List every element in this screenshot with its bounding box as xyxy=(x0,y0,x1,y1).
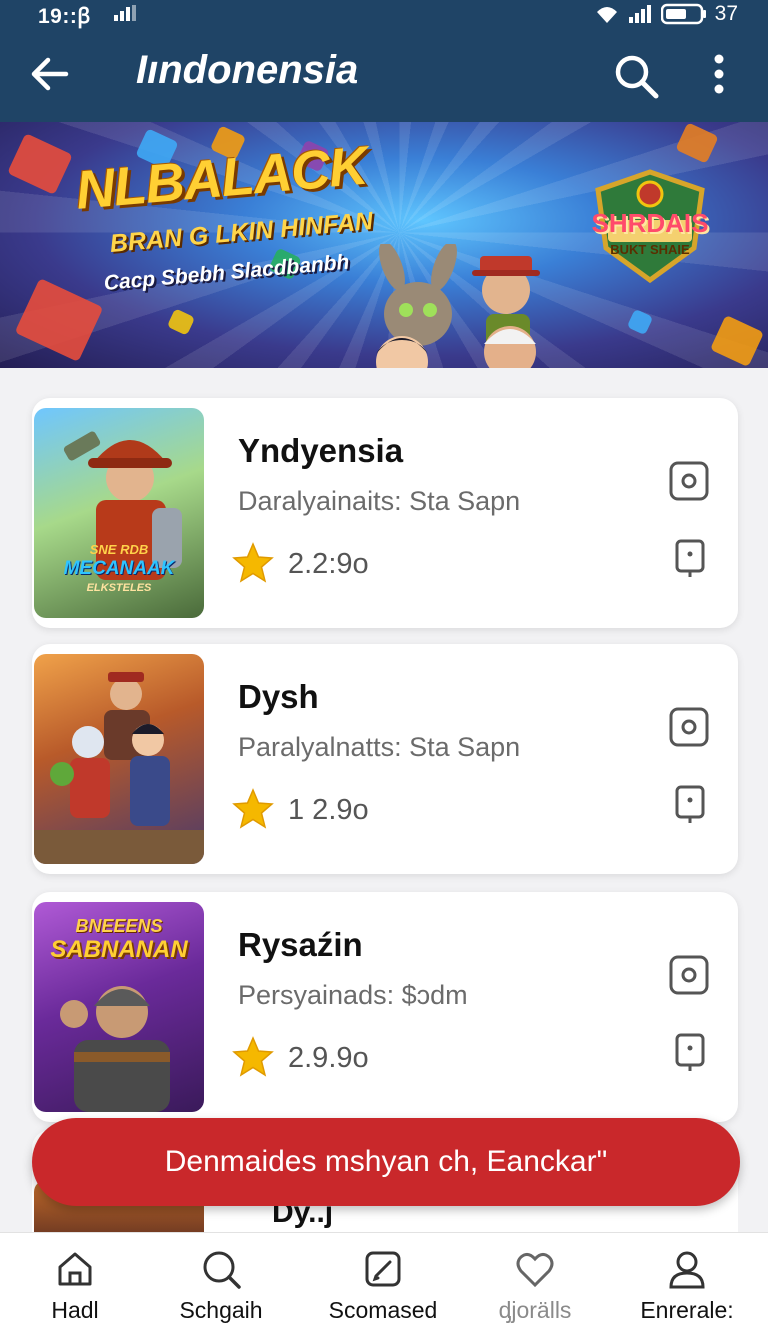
page-title: Iındonensia xyxy=(136,48,359,92)
wifi-icon xyxy=(596,7,617,23)
app-bar: 19::ꞵ 37 Iındonensia xyxy=(0,0,768,122)
edit-icon xyxy=(365,1251,401,1287)
game-thumbnail: BNEEENS SABNANAN xyxy=(34,902,204,1112)
list-item[interactable]: BNEEENS SABNANAN Rysaźin Persyainads: $ɔ… xyxy=(32,892,738,1122)
device-icon[interactable] xyxy=(674,784,706,824)
camera-icon[interactable] xyxy=(668,460,710,502)
star-icon xyxy=(232,788,274,829)
game-subtitle: Paralyalnatts: Sta Sapn xyxy=(238,732,521,762)
status-time: 19::ꞵ xyxy=(38,5,92,28)
home-icon xyxy=(58,1252,92,1286)
list-item[interactable]: Dysh Paralyalnatts: Sta Sapn 1 2.9o xyxy=(32,644,738,874)
list-item[interactable]: SNE RDB MECANAAK ELKSTELES Yndyensia Dar… xyxy=(32,398,738,628)
device-icon[interactable] xyxy=(674,1032,706,1072)
device-icon[interactable] xyxy=(674,538,706,578)
toast-message[interactable]: Denmaides mshyan ch, Eanckar" xyxy=(32,1118,740,1206)
battery-icon xyxy=(660,3,706,25)
heart-icon xyxy=(516,1252,554,1288)
game-rating: 2.2:9o xyxy=(288,548,369,580)
nav-item-profile[interactable]: Enrerale: xyxy=(612,1249,762,1324)
toast-text: Denmaides mshyan ch, Eanckar" xyxy=(164,1145,608,1178)
star-icon xyxy=(232,542,274,583)
signal-strength-icon xyxy=(628,5,651,23)
search-icon xyxy=(203,1251,241,1289)
bottom-navigation: Hadl Schgaih Scomased ᶁjorälls Enrerale: xyxy=(0,1232,768,1344)
nav-item-search[interactable]: Schgaih xyxy=(146,1249,296,1324)
game-title: Rysaźin xyxy=(238,926,363,963)
banner-characters xyxy=(376,244,540,368)
camera-icon[interactable] xyxy=(668,706,710,748)
nav-item-home[interactable]: Hadl xyxy=(0,1249,150,1324)
badge-subtitle: BUKT SHAIE xyxy=(610,242,690,257)
game-subtitle: Persyainads: $ɔdm xyxy=(238,980,468,1010)
badge-title: SHRDAIS xyxy=(591,208,709,238)
promo-banner[interactable]: NLBALACK BRAN G LKIN HINFAN Cacp Sbebh S… xyxy=(0,122,768,368)
back-arrow-icon[interactable] xyxy=(30,54,70,94)
battery-percent: 37 xyxy=(714,2,738,25)
camera-icon[interactable] xyxy=(668,954,710,996)
game-thumbnail: SNE RDB MECANAAK ELKSTELES xyxy=(34,408,204,618)
game-title: Dysh xyxy=(238,678,319,715)
star-icon xyxy=(232,1036,274,1077)
signal-icon xyxy=(114,5,136,21)
nav-item-favorites[interactable]: ᶁjorälls xyxy=(460,1249,610,1324)
status-bar: 19::ꞵ 37 xyxy=(0,0,768,28)
game-rating: 2.9.9o xyxy=(288,1042,369,1074)
search-icon[interactable] xyxy=(612,52,660,100)
profile-icon xyxy=(669,1251,705,1289)
game-rating: 1 2.9o xyxy=(288,794,369,826)
game-subtitle: Daralyainaits: Sta Sapn xyxy=(238,486,521,516)
game-thumbnail xyxy=(34,654,204,864)
nav-item-edit[interactable]: Scomased xyxy=(308,1249,458,1324)
more-vert-icon[interactable] xyxy=(704,52,734,96)
game-title: Yndyensia xyxy=(238,432,404,469)
